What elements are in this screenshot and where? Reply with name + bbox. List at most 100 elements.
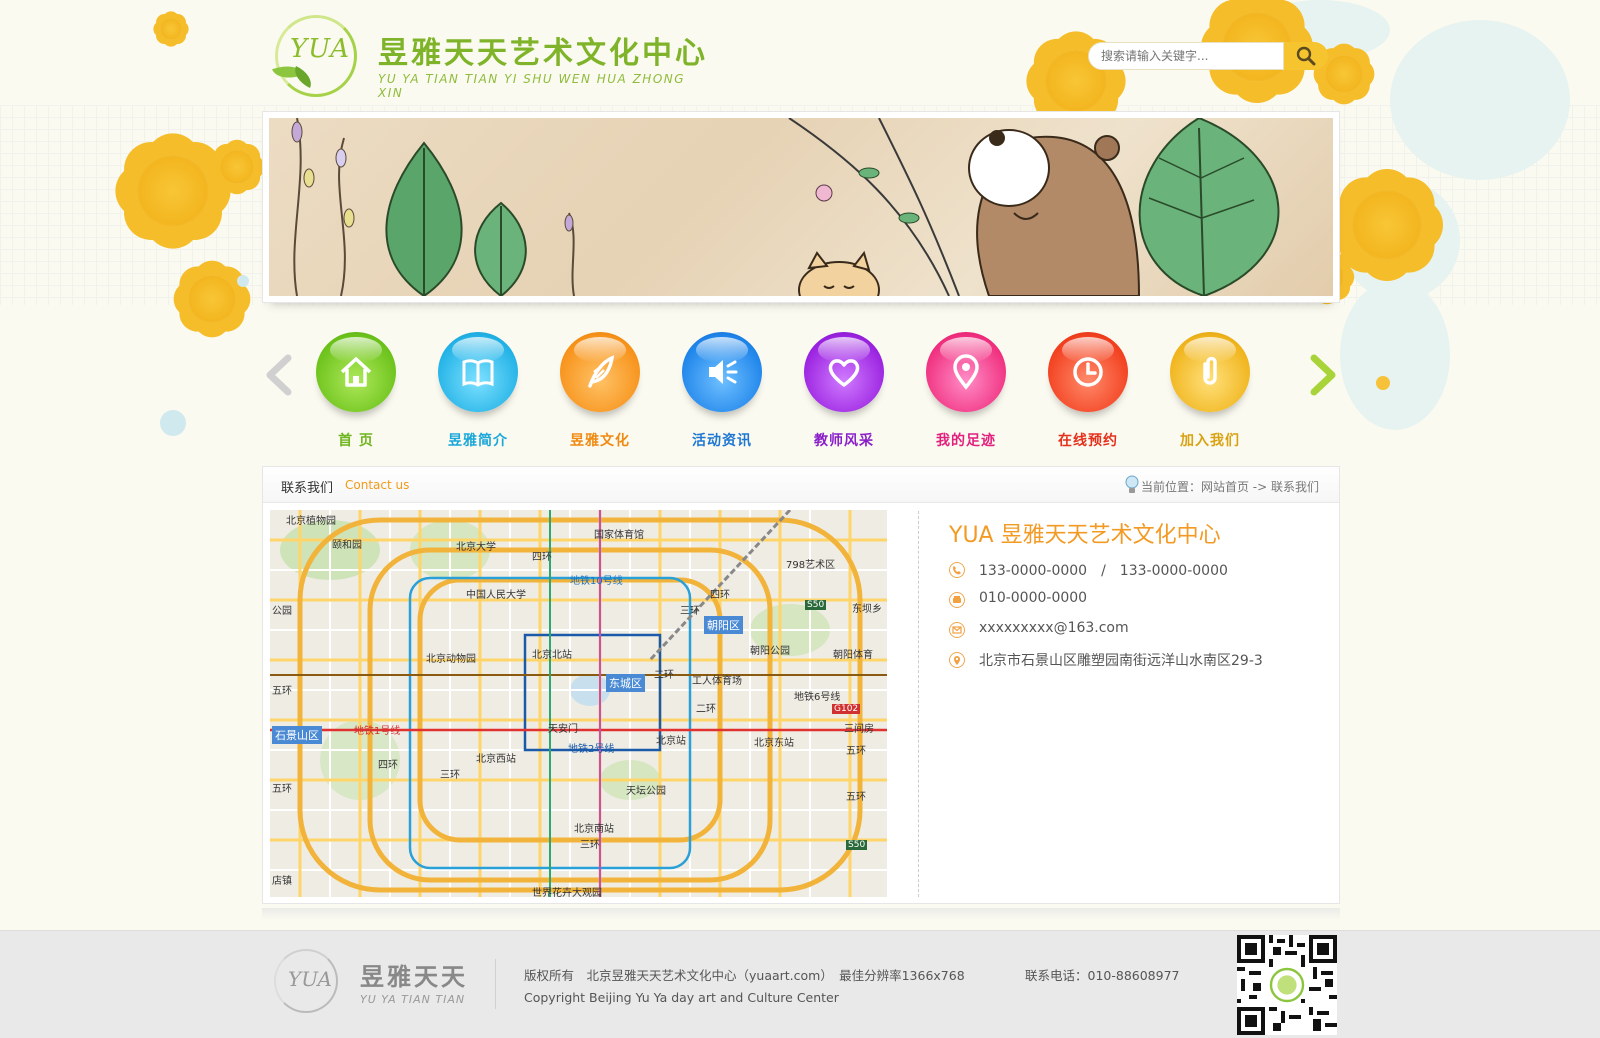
footer-phone: 联系电话：010-88608977	[1025, 968, 1180, 983]
footer-copyright-cn: 版权所有 北京昱雅天天艺术文化中心（yuaart.com） 最佳分辨率1366x…	[524, 968, 965, 983]
map-label: S50	[805, 600, 827, 610]
map-label: 五环	[272, 784, 292, 795]
map-label: 北京南站	[574, 824, 614, 835]
hero-banner-illustration	[269, 118, 1333, 296]
map-label: 五环	[272, 686, 292, 697]
search-bar	[1088, 42, 1328, 72]
footer-logo-mark: YUA	[288, 967, 332, 991]
nav-item-teachers[interactable]: 教师风采	[794, 330, 894, 450]
nav-label: 活动资讯	[692, 433, 752, 449]
map-label: 四环	[378, 760, 398, 771]
logo-mark: YUA	[290, 34, 351, 64]
feather-icon	[588, 355, 615, 388]
map-label: 石景山区	[272, 726, 322, 744]
logo-title: 昱雅天天艺术文化中心	[378, 36, 708, 71]
panel-shadow	[262, 908, 1340, 920]
panel-header: 联系我们 Contact us 当前位置：网站首页 -> 联系我们	[263, 467, 1339, 503]
map-label: 三环	[440, 770, 460, 781]
map-label: 东城区	[606, 674, 645, 692]
location-pin-icon	[949, 652, 965, 668]
nav-ball	[682, 332, 762, 412]
background-blob	[1390, 20, 1570, 180]
map-label: G102	[832, 704, 861, 714]
nav-label: 加入我们	[1180, 433, 1240, 449]
map-label: 北京东站	[754, 738, 794, 749]
contact-panel: 联系我们 Contact us 当前位置：网站首页 -> 联系我们 北京植物园 …	[262, 466, 1340, 904]
phone-icon	[949, 562, 965, 578]
clock-icon	[1073, 357, 1103, 387]
site-logo[interactable]: YUA 昱雅天天艺术文化中心 YU YA TIAN TIAN YI SHU WE…	[270, 10, 710, 105]
chevron-left-icon	[266, 354, 292, 396]
search-icon	[1296, 46, 1316, 66]
map-label: 地铁6号线	[794, 692, 841, 703]
map-label: 公园	[272, 606, 292, 617]
nav-item-about[interactable]: 昱雅简介	[428, 330, 528, 450]
main-navigation: 首 页 昱雅简介 昱雅文化 活动资讯 教师风采 我的足迹 在线预约 加入我们	[262, 330, 1340, 450]
email-address[interactable]: xxxxxxxxx@163.com	[979, 620, 1129, 636]
nav-item-booking[interactable]: 在线预约	[1038, 330, 1138, 450]
map-label: 店镇	[272, 876, 292, 887]
map-label: 五环	[846, 792, 866, 803]
nav-label: 昱雅简介	[448, 433, 508, 449]
site-footer: YUA 昱雅天天 YU YA TIAN TIAN 版权所有 北京昱雅天天艺术文化…	[0, 930, 1600, 1038]
nav-item-join[interactable]: 加入我们	[1160, 330, 1260, 450]
nav-label: 我的足迹	[936, 433, 996, 449]
map-label: 四环	[532, 552, 552, 563]
map-label: 二环	[696, 704, 716, 715]
map-label: 东坝乡	[852, 604, 882, 615]
map-label: 三间房	[844, 724, 874, 735]
content-divider	[918, 511, 919, 897]
map-label: 地铁2号线	[568, 744, 615, 755]
footer-logo[interactable]: YUA 昱雅天天 YU YA TIAN TIAN	[270, 949, 490, 1019]
nav-ball	[926, 332, 1006, 412]
paperclip-icon	[1203, 356, 1217, 385]
dot-decoration	[160, 410, 186, 436]
map-label: 五环	[846, 746, 866, 757]
banner-art	[291, 118, 1280, 296]
nav-item-footprints[interactable]: 我的足迹	[916, 330, 1016, 450]
flower-decoration	[220, 150, 254, 184]
panel-title: 联系我们	[281, 481, 334, 496]
map-label: 中国人民大学	[466, 590, 526, 601]
nav-ball	[438, 332, 518, 412]
map-label: 三环	[580, 840, 600, 851]
map-label: 天坛公园	[626, 786, 666, 797]
nav-label: 昱雅文化	[570, 433, 630, 449]
nav-prev-button[interactable]	[262, 352, 298, 398]
banner-frame	[262, 111, 1340, 303]
map-label: 国家体育馆	[594, 530, 644, 541]
nav-next-button[interactable]	[1304, 352, 1340, 398]
dot-decoration	[237, 275, 249, 287]
map-label: 北京北站	[532, 650, 572, 661]
location-pin-icon	[953, 354, 979, 390]
street-address: 北京市石景山区雕塑园南街远洋山水南区29-3	[979, 653, 1263, 669]
nav-item-culture[interactable]: 昱雅文化	[550, 330, 650, 450]
map-label: 798艺术区	[786, 560, 836, 571]
flower-decoration	[1325, 55, 1363, 93]
qr-code-pattern	[1237, 935, 1337, 1035]
home-icon	[340, 357, 372, 387]
nav-item-news[interactable]: 活动资讯	[672, 330, 772, 450]
nav-item-home[interactable]: 首 页	[306, 330, 406, 450]
mail-icon	[949, 622, 965, 638]
location-map[interactable]: 北京植物园 颐和园 北京大学 国家体育馆 四环 798艺术区 地铁10号线 中国…	[270, 510, 887, 897]
search-input[interactable]	[1088, 42, 1284, 70]
map-label: 世界花卉大观园	[532, 888, 602, 897]
map-label: 北京植物园	[286, 516, 336, 527]
map-label: 朝阳体育	[833, 650, 873, 661]
map-label: 工人体育场	[692, 676, 742, 687]
map-label: 朝阳公园	[750, 646, 790, 657]
map-label: 三环	[680, 606, 700, 617]
mobile-numbers: 133-0000-0000 / 133-0000-0000	[979, 563, 1228, 579]
search-button[interactable]	[1284, 42, 1328, 70]
nav-ball	[1048, 332, 1128, 412]
chevron-right-icon	[1310, 354, 1336, 396]
map-label: 地铁10号线	[570, 576, 623, 587]
map-label: 朝阳区	[704, 616, 743, 634]
flower-decoration	[188, 275, 236, 323]
lightbulb-icon	[1125, 475, 1139, 493]
map-label: 北京站	[656, 736, 686, 747]
footer-logo-title: 昱雅天天	[360, 963, 468, 991]
map-label: 颐和园	[332, 540, 362, 551]
breadcrumb[interactable]: 当前位置：网站首页 -> 联系我们	[1141, 478, 1319, 495]
